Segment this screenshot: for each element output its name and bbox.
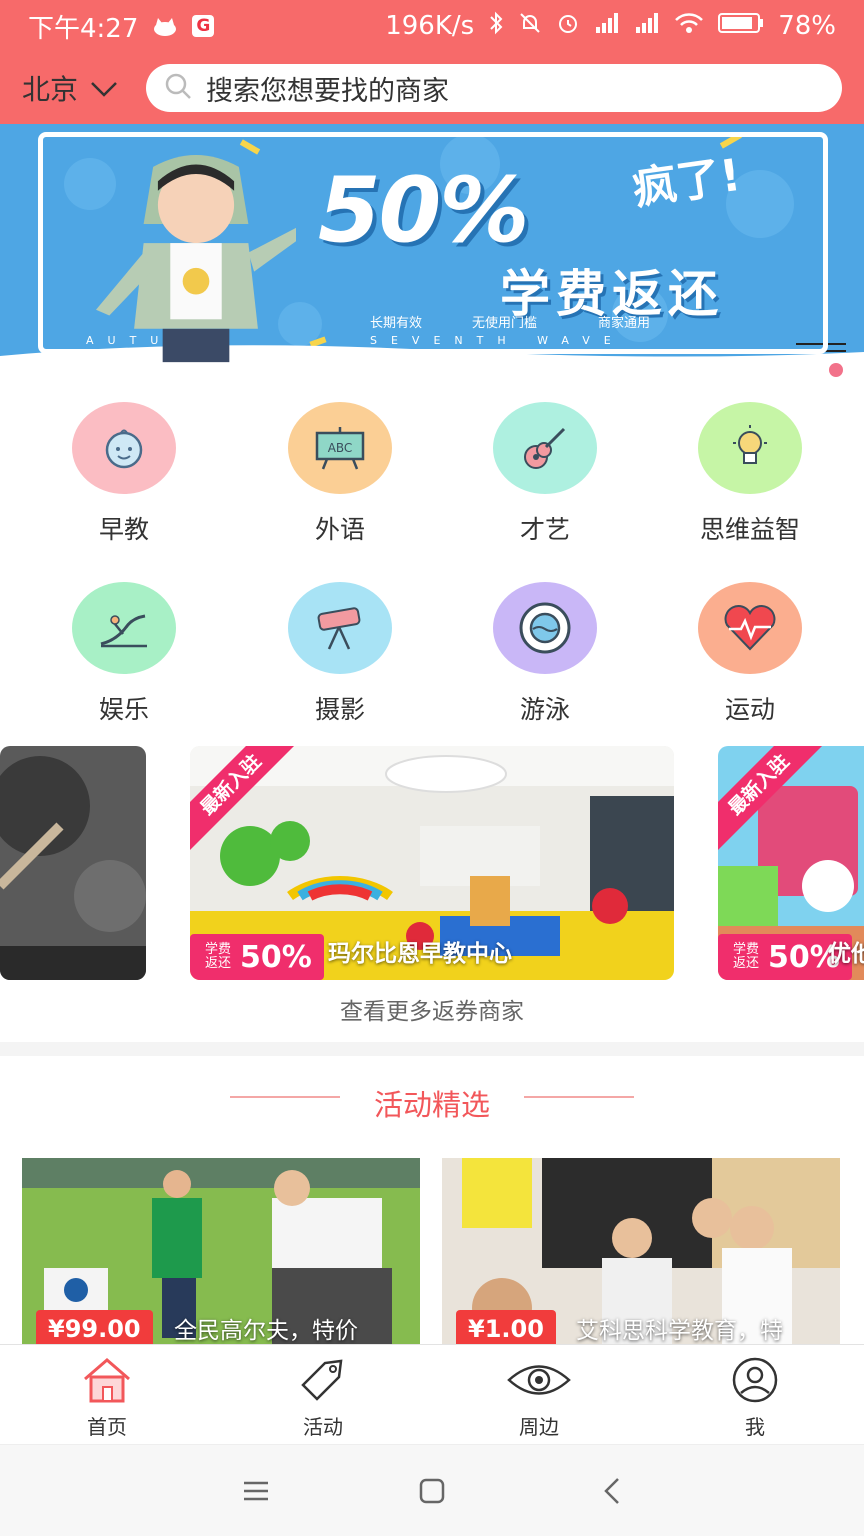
- signal-2-icon: [634, 11, 660, 41]
- merchant-card-partial-left[interactable]: [0, 746, 146, 980]
- status-time: 下午4:27: [28, 13, 139, 44]
- mute-bell-icon: [518, 11, 542, 42]
- category-label: 思维益智: [699, 515, 800, 544]
- category-thinking-puzzle[interactable]: 思维益智: [660, 402, 840, 546]
- category-label: 外语: [314, 515, 365, 544]
- battery-percent: 78%: [778, 11, 836, 41]
- category-talent-arts[interactable]: 才艺: [455, 402, 635, 546]
- battery-icon: [718, 11, 764, 41]
- back-icon[interactable]: [594, 1475, 634, 1507]
- swim-ring-icon: [493, 582, 597, 674]
- new-ribbon: 最新入驻: [190, 746, 300, 856]
- category-entertainment[interactable]: 娱乐: [34, 582, 214, 726]
- merchant-name: 优他: [828, 941, 864, 967]
- banner-tag-1: 长期有效: [370, 316, 423, 331]
- activity-card[interactable]: ¥1.00 艾科思科学教育，特: [442, 1158, 840, 1348]
- bottom-tab-bar: 首页 活动 周边 我: [0, 1344, 864, 1444]
- tab-label: 周边: [519, 1415, 559, 1439]
- slide-icon: [72, 582, 176, 674]
- banner-tag-3: 商家通用: [598, 316, 651, 331]
- more-merchants-link[interactable]: 查看更多返券商家: [0, 982, 864, 1042]
- guitar-icon: [493, 402, 597, 494]
- new-ribbon: 最新入驻: [718, 746, 828, 856]
- category-swimming[interactable]: 游泳: [455, 582, 635, 726]
- wifi-icon: [674, 11, 704, 41]
- svg-text:ABC: ABC: [328, 441, 353, 455]
- section-title: 活动精选: [373, 1088, 490, 1122]
- alarm-icon: [556, 11, 580, 42]
- tab-label: 首页: [87, 1415, 127, 1439]
- home-square-icon[interactable]: [412, 1475, 452, 1507]
- user-icon: [732, 1357, 778, 1403]
- signal-1-icon: [594, 11, 620, 41]
- category-early-education[interactable]: 早教: [34, 402, 214, 546]
- merchant-card-partial-right[interactable]: 最新入驻 学费返还 50% 优他: [718, 746, 864, 980]
- tag-icon: [301, 1359, 343, 1401]
- merchant-name: 玛尔比恩早教中心: [328, 941, 512, 967]
- banner-autu-text: AUTU: [86, 334, 173, 347]
- activities-section: 活动精选 ¥99.00 全民高尔夫，特价 ¥1.00 艾科思科学教育，特: [0, 1056, 864, 1348]
- lightbulb-icon: [698, 402, 802, 494]
- cat-notification-icon: [152, 15, 178, 37]
- tab-home[interactable]: 首页: [47, 1357, 167, 1440]
- search-input[interactable]: 搜索您想要找的商家: [146, 64, 842, 112]
- activity-card[interactable]: ¥99.00 全民高尔夫，特价: [22, 1158, 420, 1348]
- category-grid: 早教 ABC 外语 才艺 思维益智 娱乐 摄影 游泳 运动: [0, 380, 864, 742]
- home-icon: [84, 1358, 130, 1403]
- promo-banner[interactable]: 50% 学费返还 疯了! 长期有效 无使用门槛 商家通用 SEVENTH WAV…: [0, 124, 864, 380]
- ribbon-label: 最新入驻: [190, 746, 297, 851]
- category-label: 游泳: [519, 695, 570, 724]
- banner-wave-text: SEVENTH WAVE: [370, 334, 625, 347]
- refund-badge-text: 学费返还: [732, 942, 759, 971]
- category-label: 摄影: [314, 695, 365, 724]
- category-label: 才艺: [519, 515, 570, 544]
- activity-price: ¥99.00: [36, 1310, 153, 1348]
- tab-label: 活动: [303, 1415, 343, 1439]
- banner-tag-2: 无使用门槛: [472, 316, 538, 331]
- top-header: 北京 搜索您想要找的商家: [0, 52, 864, 124]
- telescope-icon: [288, 582, 392, 674]
- menu-icon[interactable]: [236, 1475, 276, 1507]
- category-label: 娱乐: [98, 695, 149, 724]
- category-label: 运动: [724, 695, 775, 724]
- category-photography[interactable]: 摄影: [250, 582, 430, 726]
- tab-activities[interactable]: 活动: [263, 1357, 383, 1440]
- city-label: 北京: [22, 73, 79, 106]
- category-sports[interactable]: 运动: [660, 582, 840, 726]
- tab-label: 我: [745, 1415, 765, 1439]
- city-selector[interactable]: 北京: [22, 68, 142, 108]
- eye-icon: [507, 1365, 571, 1395]
- banner-percent: 50%: [318, 158, 529, 263]
- tab-me[interactable]: 我: [695, 1357, 815, 1440]
- merchant-carousel: 最新入驻 学费返还 50% 玛尔比恩早教中心 最新入驻 学费返还 50% 优他: [0, 742, 864, 982]
- search-placeholder: 搜索您想要找的商家: [206, 75, 449, 107]
- google-icon: G: [192, 15, 215, 37]
- activity-price: ¥1.00: [456, 1310, 556, 1348]
- network-speed: 196K/s: [385, 11, 475, 41]
- bluetooth-icon: [488, 11, 504, 42]
- title-divider-right: [524, 1096, 634, 1098]
- baby-face-icon: [72, 402, 176, 494]
- refund-badge: 学费返还 50%: [190, 934, 324, 980]
- app-screen: 下午4:27 G 196K/s 78% 北京 搜索您想要找的商家 50% 学费返…: [0, 0, 864, 1536]
- tab-nearby[interactable]: 周边: [479, 1357, 599, 1440]
- heartbeat-icon: [698, 582, 802, 674]
- search-icon: [164, 72, 192, 104]
- category-foreign-language[interactable]: ABC 外语: [250, 402, 430, 546]
- refund-badge-percent: 50%: [240, 939, 312, 975]
- merchant-photo: [0, 746, 146, 980]
- system-nav-bar: [0, 1444, 864, 1536]
- chevron-down-icon: [90, 72, 118, 105]
- activity-title: 全民高尔夫，特价: [174, 1318, 358, 1344]
- category-label: 早教: [98, 515, 149, 544]
- abc-board-icon: ABC: [288, 402, 392, 494]
- ribbon-label: 最新入驻: [718, 746, 825, 851]
- merchant-card[interactable]: 最新入驻 学费返还 50% 玛尔比恩早教中心: [190, 746, 674, 980]
- refund-badge-text: 学费返还: [204, 942, 231, 971]
- activity-title: 艾科思科学教育，特: [576, 1318, 783, 1344]
- status-bar: 下午4:27 G 196K/s 78%: [0, 0, 864, 52]
